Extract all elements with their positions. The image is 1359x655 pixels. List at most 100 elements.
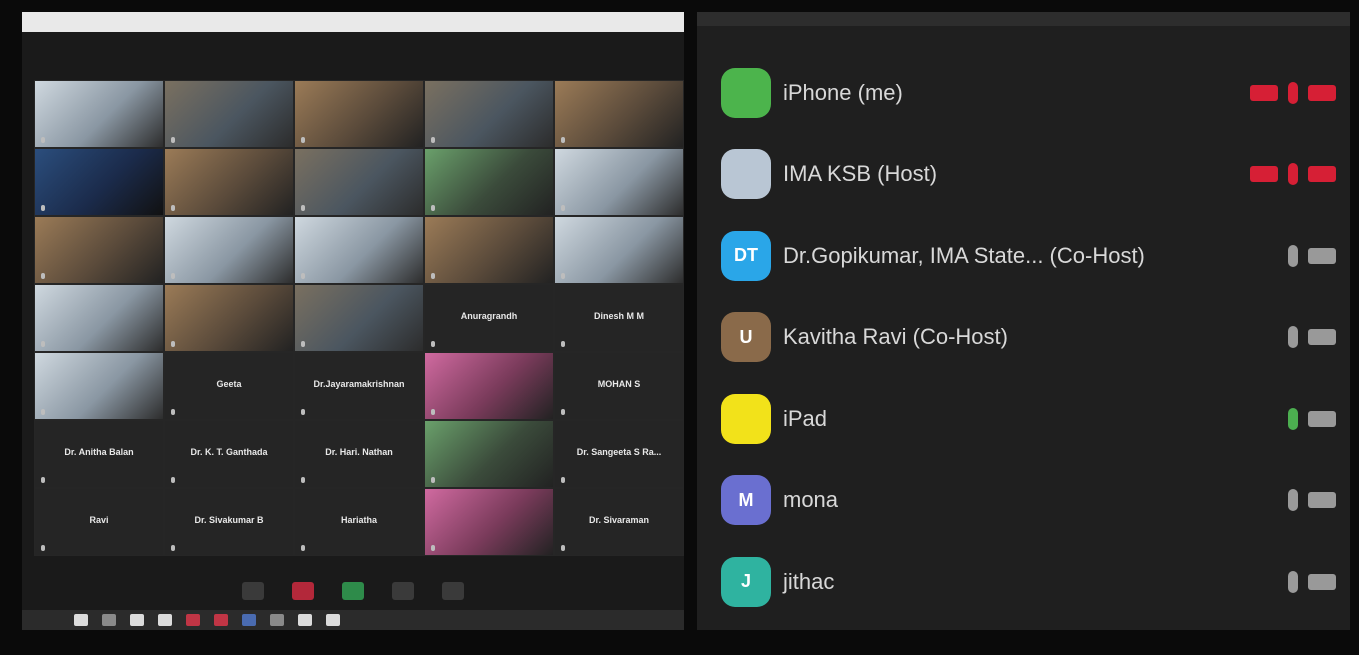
taskbar xyxy=(22,610,684,630)
mic-icon[interactable] xyxy=(1288,489,1298,512)
participant-tile[interactable]: Dr. Hari. Nathan xyxy=(294,420,424,488)
participant-tile[interactable] xyxy=(34,80,164,148)
participant-tile[interactable] xyxy=(424,80,554,148)
mic-icon xyxy=(431,137,435,143)
avatar xyxy=(721,149,771,200)
mic-icon xyxy=(561,545,565,551)
participant-status xyxy=(1288,378,1336,460)
taskbar-app-icon[interactable] xyxy=(158,614,172,626)
taskbar-app-icon[interactable] xyxy=(74,614,88,626)
participant-tile[interactable] xyxy=(424,216,554,284)
taskbar-app-icon[interactable] xyxy=(298,614,312,626)
taskbar-app-icon[interactable] xyxy=(242,614,256,626)
participant-tile[interactable] xyxy=(424,352,554,420)
participant-tile[interactable]: Dr.Jayaramakrishnan xyxy=(294,352,424,420)
participant-tile[interactable] xyxy=(34,284,164,352)
mic-icon[interactable] xyxy=(1288,81,1298,104)
taskbar-app-icon[interactable] xyxy=(270,614,284,626)
participant-tile[interactable] xyxy=(554,80,684,148)
participant-tile[interactable] xyxy=(424,420,554,488)
mic-icon[interactable] xyxy=(1288,570,1298,593)
participant-tile[interactable]: Ravi xyxy=(34,488,164,556)
participant-tile[interactable] xyxy=(294,284,424,352)
video-camera-icon[interactable] xyxy=(1308,166,1336,183)
mic-icon xyxy=(561,341,565,347)
participant-tile[interactable] xyxy=(34,352,164,420)
participant-tile-name: Geeta xyxy=(216,379,242,389)
video-camera-icon[interactable] xyxy=(1308,410,1336,427)
mic-icon xyxy=(431,273,435,279)
mic-icon xyxy=(171,545,175,551)
reactions-icon[interactable] xyxy=(442,582,464,600)
participant-tile[interactable]: MOHAN S xyxy=(554,352,684,420)
avatar xyxy=(721,67,771,118)
participant-row[interactable]: Jjithac xyxy=(697,541,1350,623)
participant-tile[interactable]: Dr. Sivaraman xyxy=(554,488,684,556)
meeting-controls xyxy=(242,576,562,606)
participants-header xyxy=(697,12,1350,26)
video-camera-icon[interactable] xyxy=(1308,329,1336,346)
participant-tile[interactable]: Anuragrandh xyxy=(424,284,554,352)
participant-row[interactable]: iPad xyxy=(697,378,1350,460)
camera-off-icon[interactable] xyxy=(292,582,314,600)
participant-tile[interactable]: Dinesh M M xyxy=(554,284,684,352)
participant-name: Kavitha Ravi (Co-Host) xyxy=(783,324,1008,350)
mic-icon xyxy=(561,273,565,279)
participant-tile[interactable] xyxy=(424,148,554,216)
participant-tile[interactable] xyxy=(34,216,164,284)
participant-tile[interactable] xyxy=(424,488,554,556)
participant-tile[interactable] xyxy=(164,148,294,216)
window-titlebar xyxy=(22,12,684,32)
participant-row[interactable]: U Kavitha Ravi (Co-Host) xyxy=(697,297,1350,379)
participant-tile-name: Dr. Sivaraman xyxy=(588,515,650,525)
taskbar-app-icon[interactable] xyxy=(130,614,144,626)
participant-tile[interactable] xyxy=(164,80,294,148)
mic-icon xyxy=(301,137,305,143)
taskbar-app-icon[interactable] xyxy=(186,614,200,626)
participant-row[interactable]: iPhone (me) xyxy=(697,52,1350,134)
mic-icon xyxy=(301,409,305,415)
participant-row[interactable]: DT Dr.Gopikumar, IMA State... (Co-Host) xyxy=(697,215,1350,297)
participant-tile[interactable] xyxy=(294,148,424,216)
video-camera-icon[interactable] xyxy=(1308,573,1336,590)
participant-tile[interactable] xyxy=(294,80,424,148)
mic-icon xyxy=(561,137,565,143)
participant-tile-name: Dr. Hari. Nathan xyxy=(325,447,393,457)
participant-tile[interactable] xyxy=(554,216,684,284)
participant-tile-name: Dr. Sangeeta S Ra... xyxy=(576,447,662,457)
avatar xyxy=(721,393,771,444)
share-screen-icon[interactable] xyxy=(342,582,364,600)
participant-tile[interactable]: Hariatha xyxy=(294,488,424,556)
mic-icon[interactable] xyxy=(1288,407,1298,430)
participant-row[interactable]: Mmona xyxy=(697,460,1350,542)
mic-icon xyxy=(301,477,305,483)
video-camera-icon[interactable] xyxy=(1308,247,1336,264)
participant-tile-name: Dinesh M M xyxy=(593,311,644,321)
participant-tile[interactable]: Geeta xyxy=(164,352,294,420)
participant-tile[interactable] xyxy=(164,284,294,352)
taskbar-app-icon[interactable] xyxy=(102,614,116,626)
video-camera-icon[interactable] xyxy=(1308,84,1336,101)
video-camera-icon[interactable] xyxy=(1308,492,1336,509)
participant-tile-name: Anuragrandh xyxy=(460,311,518,321)
participant-tile[interactable]: Dr. Anitha Balan xyxy=(34,420,164,488)
participant-tile[interactable]: Dr. Sivakumar B xyxy=(164,488,294,556)
participant-tile[interactable] xyxy=(554,148,684,216)
participant-tile[interactable] xyxy=(34,148,164,216)
participant-tile-name: Hariatha xyxy=(340,515,377,525)
mic-icon[interactable] xyxy=(1288,163,1298,186)
participant-tile[interactable]: Dr. Sangeeta S Ra... xyxy=(554,420,684,488)
taskbar-app-icon[interactable] xyxy=(214,614,228,626)
participant-row[interactable]: IMA KSB (Host) xyxy=(697,134,1350,216)
mic-icon xyxy=(41,545,45,551)
participant-tile[interactable] xyxy=(294,216,424,284)
participant-tile[interactable]: Dr. K. T. Ganthada xyxy=(164,420,294,488)
participant-tile[interactable] xyxy=(164,216,294,284)
mic-icon xyxy=(561,409,565,415)
mic-icon[interactable] xyxy=(1288,326,1298,349)
mic-icon[interactable] xyxy=(1288,244,1298,267)
record-icon[interactable] xyxy=(392,582,414,600)
taskbar-app-icon[interactable] xyxy=(326,614,340,626)
video-grid: Anuragrandh Dinesh M M Geeta Dr.Jayaramakri… xyxy=(34,80,684,570)
caret-icon[interactable] xyxy=(242,582,264,600)
